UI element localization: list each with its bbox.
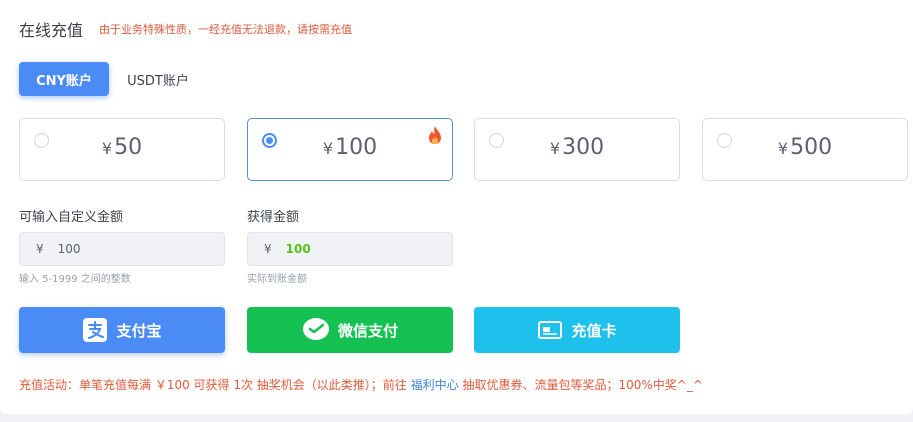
alipay-button[interactable]: 支付宝 [19,307,225,353]
welfare-center-link[interactable]: 福利中心 [411,378,459,392]
recharge-card-label: 充值卡 [571,321,617,340]
tab-usdt-account[interactable]: USDT账户 [120,62,196,96]
currency-symbol: ¥ [36,242,44,256]
wechat-pay-label: 微信支付 [337,321,398,340]
amount-value: ¥100 [322,135,378,160]
card-icon [537,319,563,341]
received-amount-hint: 实际到账金额 [247,274,307,285]
wechat-pay-button[interactable]: 微信支付 [247,307,453,353]
amount-value: ¥300 [549,135,605,160]
custom-amount-field[interactable]: ¥ [19,232,225,266]
recharge-card-button[interactable]: 充值卡 [474,307,680,353]
tab-cny-account[interactable]: CNY账户 [19,62,109,96]
amount-value: ¥50 [101,135,143,160]
amount-option-300[interactable]: ¥300 [474,118,680,181]
custom-amount-label: 可输入自定义金额 [19,210,124,225]
custom-amount-hint: 输入 5-1999 之间的整数 [19,274,131,285]
custom-amount-input[interactable] [57,242,198,256]
received-amount-label: 获得金额 [247,210,300,225]
alipay-label: 支付宝 [116,321,162,340]
received-amount-field: ¥ 100 [247,232,453,266]
amount-option-100[interactable]: ¥100 [247,118,453,181]
fire-icon [429,126,441,144]
received-amount-value: 100 [285,242,311,256]
amount-option-50[interactable]: ¥50 [19,118,225,181]
amount-value: ¥500 [777,135,833,160]
page-title: 在线充值 [19,21,84,40]
wechat-pay-icon [302,317,330,343]
amount-option-500[interactable]: ¥500 [702,118,908,181]
currency-symbol: ¥ [264,242,272,256]
refund-notice: 由于业务特殊性质，一经充值无法退款，请按需充值 [99,23,352,36]
recharge-panel: 在线充值 由于业务特殊性质，一经充值无法退款，请按需充值 CNY账户 USDT账… [0,0,913,414]
promo-text: 充值活动：单笔充值每满 ￥100 可获得 1次 抽奖机会（以此类推）；前往 福利… [19,378,703,392]
alipay-icon [82,317,108,343]
